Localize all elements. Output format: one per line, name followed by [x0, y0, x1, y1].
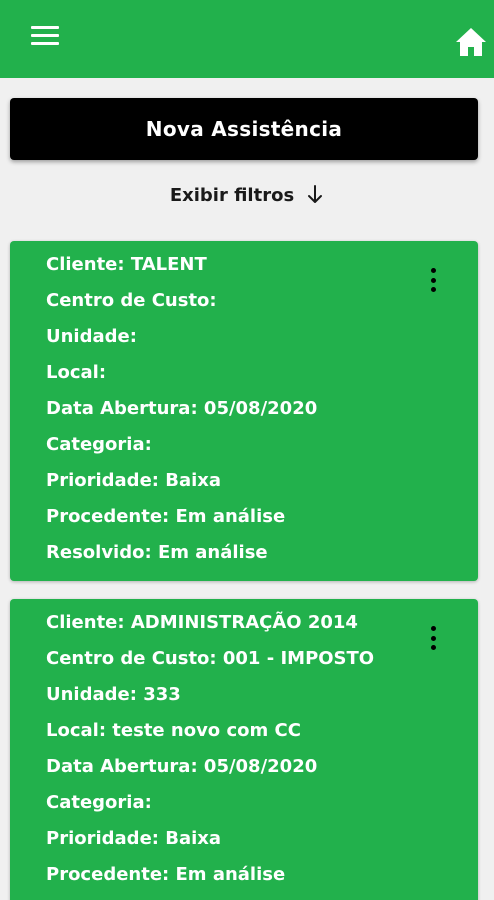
card-field-unidade: Unidade: 333	[46, 684, 181, 705]
home-icon[interactable]	[455, 27, 487, 57]
card-field-resolvido: Resolvido: Em análise	[46, 542, 268, 563]
arrow-down-icon	[308, 185, 323, 203]
new-assistance-button[interactable]: Nova Assistência	[10, 98, 478, 160]
card-field-data-abertura: Data Abertura: 05/08/2020	[46, 756, 318, 777]
card-field-prioridade: Prioridade: Baixa	[46, 828, 222, 849]
assistance-card[interactable]: Cliente: ADMINISTRAÇÃO 2014 Centro de Cu…	[10, 599, 478, 900]
card-field-cliente: Cliente: ADMINISTRAÇÃO 2014	[46, 612, 358, 633]
show-filters-label: Exibir filtros	[169, 184, 295, 206]
card-field-unidade: Unidade:	[46, 326, 137, 347]
top-app-bar	[0, 0, 494, 78]
card-field-data-abertura: Data Abertura: 05/08/2020	[46, 398, 318, 419]
card-field-prioridade: Prioridade: Baixa	[46, 470, 222, 491]
show-filters-toggle[interactable]: Exibir filtros	[0, 180, 494, 210]
card-field-procedente: Procedente: Em análise	[46, 506, 286, 527]
card-field-categoria: Categoria:	[46, 792, 152, 813]
more-options-icon[interactable]	[425, 263, 441, 297]
card-field-centro-custo: Centro de Custo:	[46, 290, 217, 311]
assistance-card[interactable]: Cliente: TALENT Centro de Custo: Unidade…	[10, 241, 478, 581]
hamburger-menu-icon[interactable]	[31, 26, 59, 46]
card-field-procedente: Procedente: Em análise	[46, 864, 286, 885]
card-field-local: Local: teste novo com CC	[46, 720, 301, 741]
more-options-icon[interactable]	[425, 621, 441, 655]
card-field-centro-custo: Centro de Custo: 001 - IMPOSTO	[46, 648, 375, 669]
card-field-categoria: Categoria:	[46, 434, 152, 455]
card-field-local: Local:	[46, 362, 107, 383]
card-field-cliente: Cliente: TALENT	[46, 254, 207, 275]
